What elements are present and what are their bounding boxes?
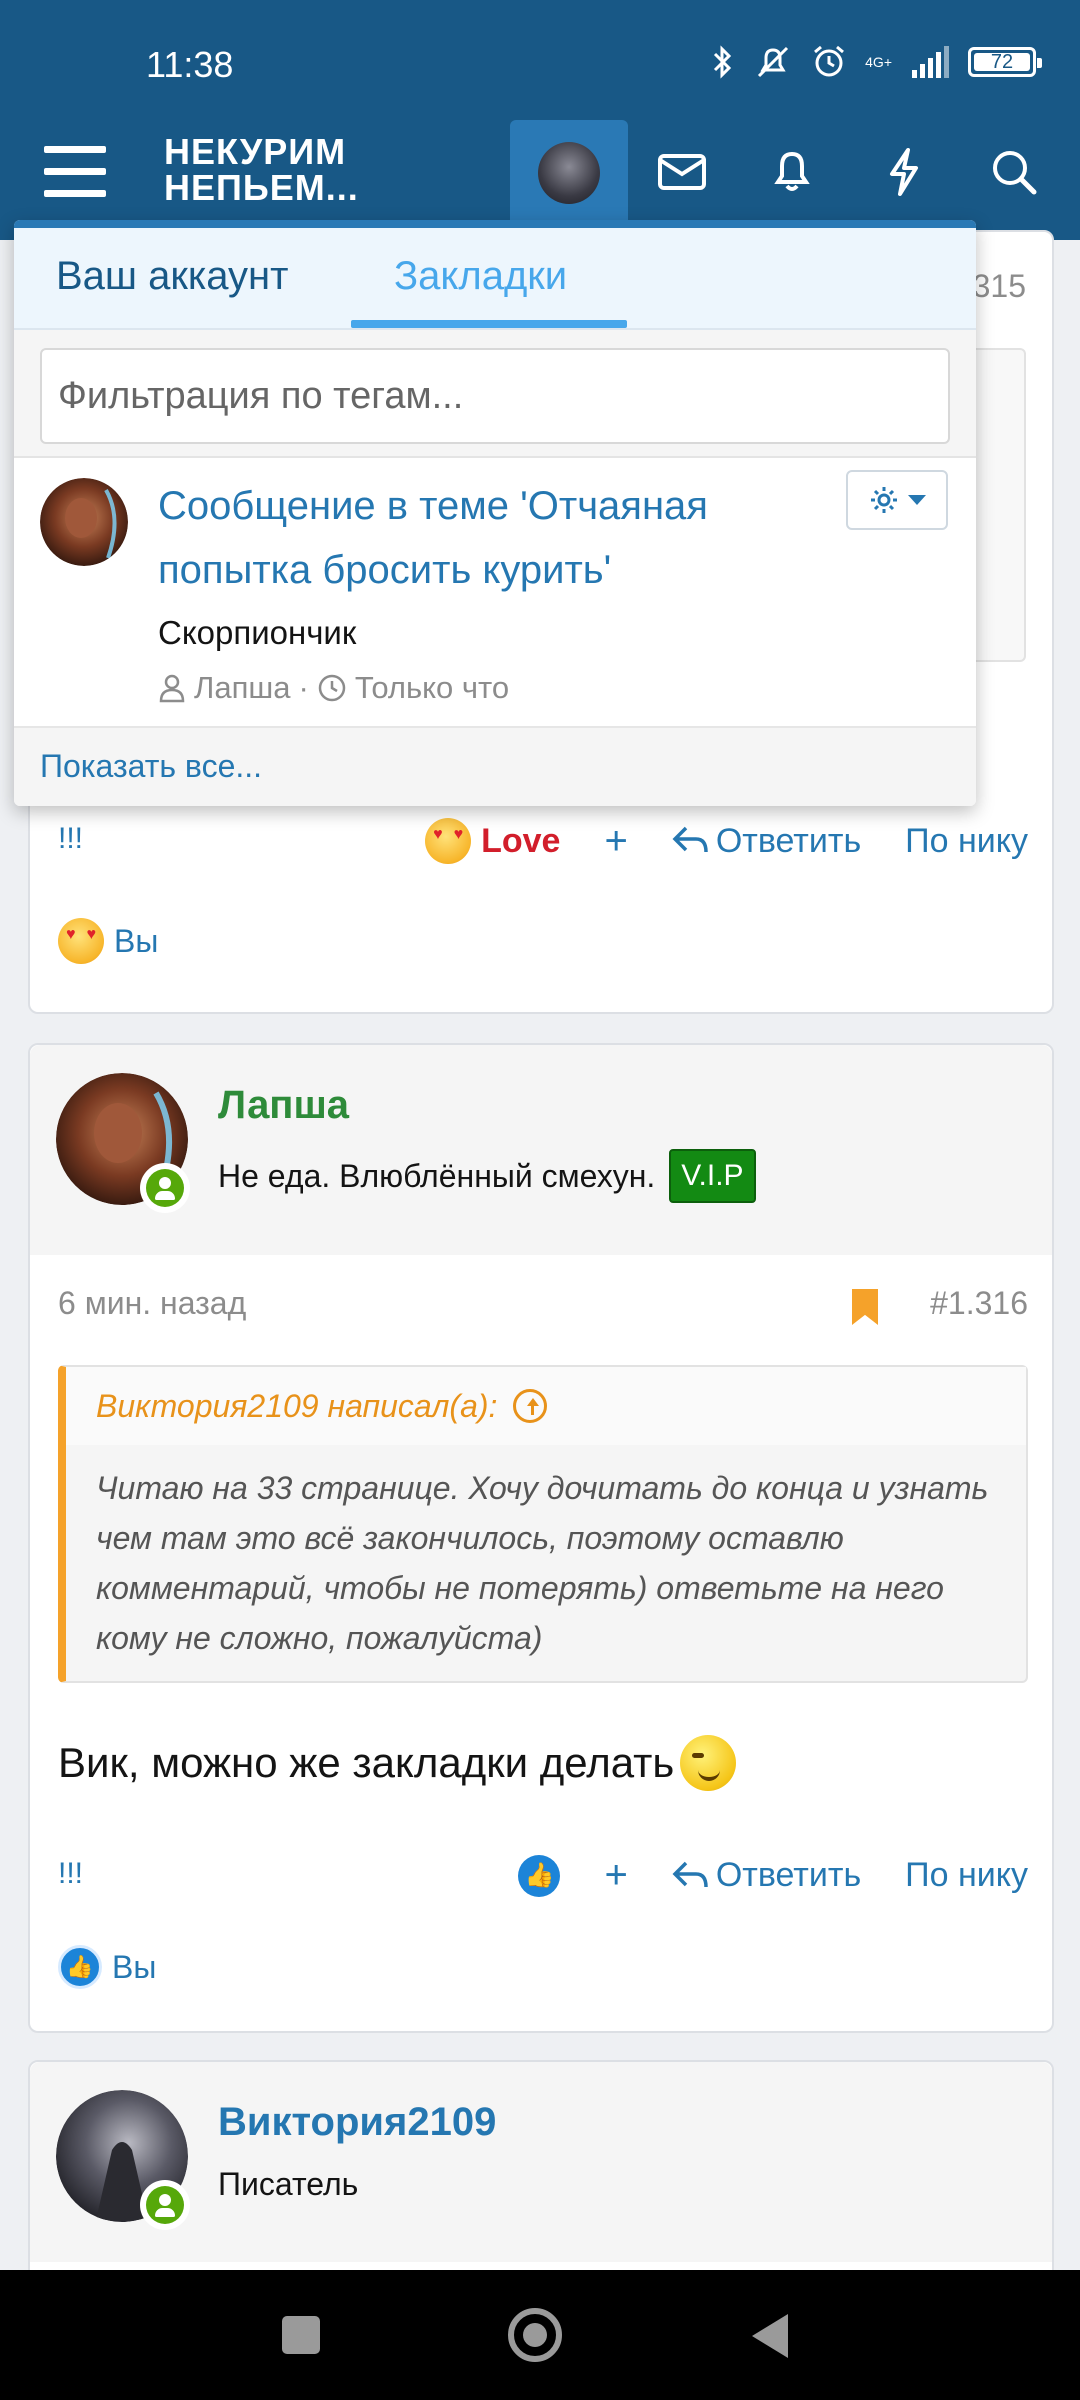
bookmark-settings-button[interactable] [846,470,948,530]
author-name[interactable]: Виктория2109 [218,2100,496,2145]
multiquote-plus-icon[interactable]: + [604,1853,627,1898]
user-title-text: Писатель [218,2166,359,2202]
post-meta: 6 мин. назад #1.316 [58,1285,1028,1335]
status-time: 11:38 [146,44,234,85]
recents-icon[interactable] [282,2316,320,2354]
gear-icon [871,487,897,513]
reactions-bar[interactable]: 👍 Вы [58,1945,156,1989]
user-icon [159,674,185,703]
reply-button[interactable]: Ответить [672,822,861,861]
bell-icon[interactable] [762,142,822,202]
lightning-icon[interactable] [874,142,934,202]
bookmark-time: Только что [354,670,510,705]
message-text: Вик, можно же закладки делать [58,1739,675,1786]
love-emoji-icon [425,818,472,864]
mute-icon [758,46,789,78]
quote-header[interactable]: Виктория2109 написал(а): [66,1367,1026,1445]
post-message: Вик, можно же закладки делать [58,1735,737,1791]
reply-label: Ответить [715,1856,862,1894]
bluetooth-icon [714,45,732,79]
quote-author: Виктория2109 написал(а): [96,1387,498,1424]
filter-area: Фильтрация по тегам... [14,330,976,458]
quote-block: Виктория2109 написал(а): Читаю на 33 стр… [58,1365,1028,1683]
back-icon[interactable] [752,2314,788,2358]
active-tab-indicator [351,320,627,328]
alarm-icon [814,45,845,77]
status-icons: 4G+ 72 [711,44,1042,80]
wink-emoji-icon [680,1735,737,1791]
post-lapsha: Лапша Не еда. Влюблённый смехун. V.I.P 6… [28,1043,1054,2033]
post-author-block: Лапша Не еда. Влюблённый смехун. V.I.P [30,1045,1052,1255]
tab-your-account[interactable]: Ваш аккаунт [56,254,288,299]
logo-line-1: НЕКУРИМ [164,131,347,172]
post-number[interactable]: #1.316 [930,1285,1028,1322]
post-number-fragment: 315 [972,268,1026,304]
post-actions: !!! Love + Ответить По нику [58,812,1028,872]
like-icon: 👍 [58,1945,102,1989]
bookmark-meta: Лапша · Только что [158,670,509,706]
bookmark-item[interactable]: Сообщение в теме 'Отчаяная попытка броси… [14,458,976,728]
by-nick-link[interactable]: По нику [905,822,1028,861]
post-time[interactable]: 6 мин. назад [58,1285,246,1321]
clock-icon [318,674,346,702]
reply-button[interactable]: Ответить [672,1856,861,1895]
site-logo[interactable]: НЕКУРИМ НЕПЬЕМ... [164,134,359,206]
signal-icon [912,46,949,78]
reply-label: Ответить [715,821,862,860]
author-name[interactable]: Лапша [218,1083,349,1128]
show-all-link[interactable]: Показать все... [14,728,976,806]
avatar [538,142,600,204]
account-avatar-button[interactable] [510,120,628,234]
reactors-text: Вы [112,1948,157,1985]
by-nick-link[interactable]: По нику [905,1856,1028,1895]
search-icon[interactable] [984,142,1044,202]
online-status-icon [140,2180,190,2230]
app-header: 11:38 4G+ 72 НЕКУРИМ НЕПЬЕМ... [0,0,1080,240]
battery-icon: 72 [968,47,1042,77]
user-title: Писатель [218,2166,358,2203]
logo-line-2: НЕПЬЕМ... [164,167,359,208]
like-icon[interactable]: 👍 [518,1854,561,1897]
account-popup: Ваш аккаунт Закладки Фильтрация по тегам… [14,220,976,806]
tab-bookmarks[interactable]: Закладки [394,254,567,299]
reactions-bar[interactable]: Вы [58,918,158,964]
status-bar: 11:38 4G+ 72 [0,0,1080,120]
love-emoji-icon [58,918,104,964]
mail-icon[interactable] [652,142,712,202]
menu-icon[interactable] [44,146,106,198]
bookmark-title[interactable]: Сообщение в теме 'Отчаяная попытка броси… [158,474,838,602]
quote-text: Читаю на 33 странице. Хочу дочитать до к… [96,1470,989,1656]
report-link[interactable]: !!! [58,822,83,856]
system-nav-bar [0,2270,1080,2400]
bookmark-icon[interactable] [852,1289,878,1325]
popup-tabs: Ваш аккаунт Закладки [14,228,976,330]
popup-top-border [14,220,976,228]
reply-icon [672,1861,708,1887]
chevron-down-icon [908,495,926,505]
network-type: 4G+ [865,54,892,70]
reply-icon [672,826,708,853]
home-icon[interactable] [508,2308,562,2362]
online-status-icon [140,1163,190,1213]
post-actions: !!! 👍 + Ответить По нику [58,1847,1028,1907]
user-title-text: Не еда. Влюблённый смехун. [218,1157,656,1194]
meta-separator: · [298,670,309,705]
tag-filter-input[interactable]: Фильтрация по тегам... [40,348,950,444]
arrow-up-circle-icon[interactable] [513,1389,548,1423]
user-title: Не еда. Влюблённый смехун. V.I.P [218,1149,756,1203]
reactors-text: Вы [114,922,159,959]
battery-level: 72 [990,50,1014,73]
vip-badge: V.I.P [669,1149,756,1203]
post-author-block: Виктория2109 Писатель [30,2062,1052,2262]
bookmark-excerpt: Скорпиончик [158,614,357,651]
multiquote-plus-icon[interactable]: + [604,819,627,864]
report-link[interactable]: !!! [58,1857,83,1891]
bookmark-avatar [40,478,128,566]
bookmark-author[interactable]: Лапша [194,670,290,706]
reaction-love-button[interactable]: Love [425,818,560,864]
reaction-label: Love [481,821,561,860]
